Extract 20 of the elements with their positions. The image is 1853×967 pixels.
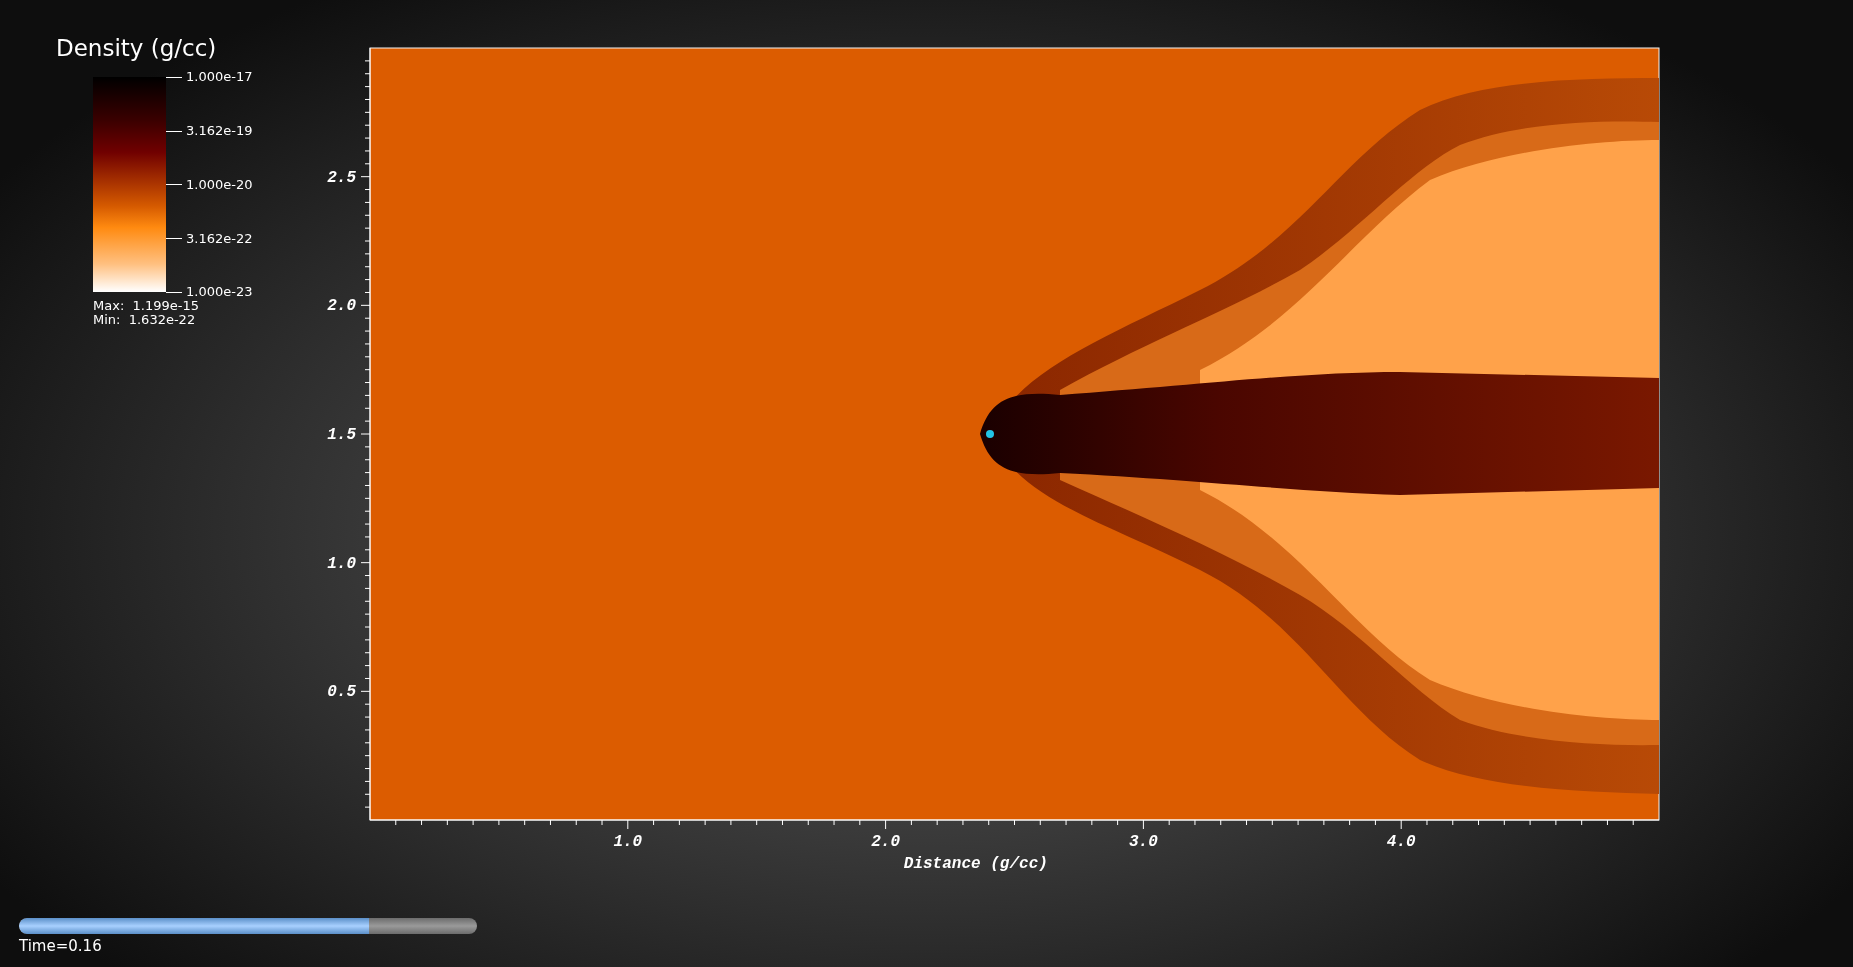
colorbar-tick-label: 1.000e-17 [186,70,253,85]
x-tick-label: 3.0 [1129,833,1158,851]
time-slider[interactable] [19,918,477,934]
legend-title: Density (g/cc) [56,36,218,62]
y-tick-label: 2.5 [327,168,356,187]
y-tick-label: 1.5 [327,426,356,444]
x-tick-label: 1.0 [613,833,643,851]
x-tick-label: 4.0 [1386,833,1416,851]
colorbar-tick-label: 3.162e-22 [186,231,253,246]
min-value-label: Min: 1.632e-22 [93,313,197,328]
y-tick-label: 1.0 [327,554,356,573]
x-axis-label: Distance (g/cc) [903,855,1048,873]
max-value-label: Max: 1.199e-15 [93,299,200,314]
x-tick-label: 2.0 [871,833,900,851]
y-tick-label: 0.5 [327,683,356,702]
colorbar-tick-label: 1.000e-20 [186,177,253,192]
y-tick-label: 2.0 [327,297,356,316]
colorbar-tick-label: 1.000e-23 [186,285,253,300]
colorbar-tick-label: 3.162e-19 [186,124,253,139]
time-label: Time=0.16 [19,937,103,955]
